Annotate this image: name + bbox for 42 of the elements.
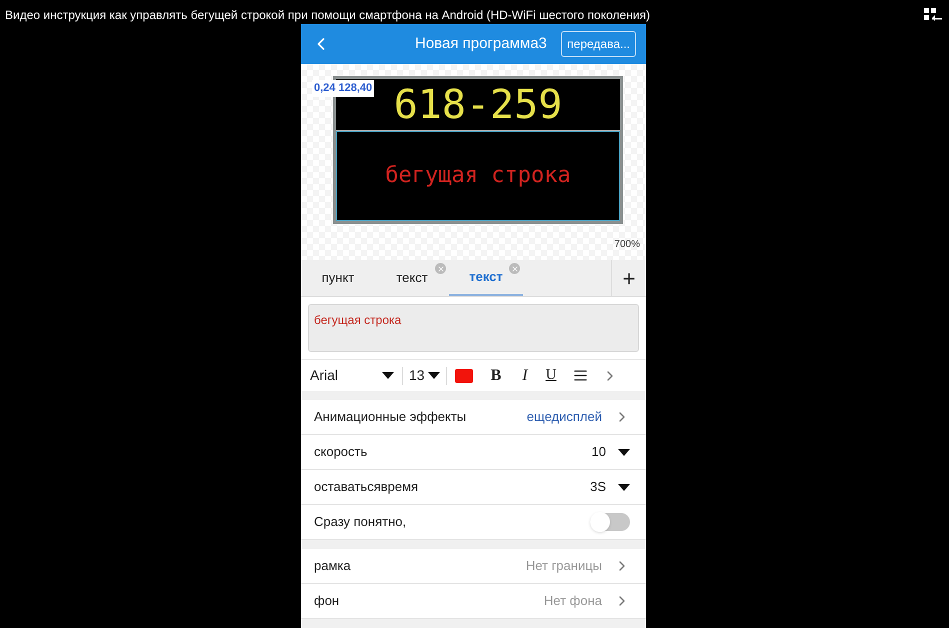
fullscreen-icon[interactable] [924, 8, 942, 22]
bold-button[interactable]: B [490, 364, 502, 388]
settings-row[interactable]: скорость 10 [301, 435, 646, 470]
tab[interactable]: пункт [301, 260, 375, 296]
setting-label: фон [314, 592, 340, 610]
settings-row[interactable]: оставатьсявремя 3S [301, 470, 646, 505]
font-dropdown[interactable]: Arial [310, 365, 402, 386]
add-tab-button[interactable]: + [622, 262, 636, 294]
setting-value: 3S [590, 478, 606, 496]
settings-row[interactable]: рамка Нет границы [301, 549, 646, 584]
italic-button[interactable]: I [522, 364, 528, 388]
caret-icon [428, 372, 440, 379]
setting-label: рамка [314, 557, 351, 576]
settings-row[interactable]: Анимационные эффекты ещедисплей [301, 400, 646, 435]
program-title: Новая программа3 [415, 34, 547, 54]
caret-icon [618, 448, 630, 456]
setting-label: Сразу понятно, [314, 513, 406, 532]
tab[interactable]: текст [375, 260, 449, 296]
led-text: бегущая строка [385, 165, 571, 187]
led-zone[interactable]: бегущая строка [336, 131, 620, 221]
settings-row[interactable]: фон Нет фона [301, 584, 646, 619]
color-swatch[interactable] [454, 368, 473, 382]
align-icon[interactable] [573, 368, 588, 383]
setting-value: Нет границы [526, 557, 602, 576]
setting-value: Нет фона [544, 592, 602, 610]
caret-icon [618, 484, 630, 490]
text-input[interactable]: бегущая строка [308, 304, 639, 352]
setting-label: скорость [314, 443, 368, 462]
size-dropdown[interactable]: 13 [403, 365, 446, 386]
zoom-label: 700% [614, 238, 640, 252]
send-button[interactable]: передава... [561, 31, 636, 57]
coordinates-label: 0,24 128,40 [312, 80, 374, 96]
setting-value: 10 [592, 443, 606, 462]
underline-button[interactable]: U [546, 364, 556, 387]
video-title: Видео инструкция как управлять бегущей строкой при помощи смартфона на Android (HD-WiFi шестого поколения) [5, 7, 650, 24]
setting-value: ещедисплей [526, 408, 602, 426]
setting-label: Анимационные эффекты [314, 408, 466, 426]
caret-icon [382, 372, 394, 379]
settings-row[interactable]: Сразу понятно, [301, 505, 646, 540]
led-text: 618-259 [394, 84, 562, 124]
toggle-switch[interactable] [590, 513, 630, 531]
setting-label: оставатьсявремя [314, 478, 418, 496]
